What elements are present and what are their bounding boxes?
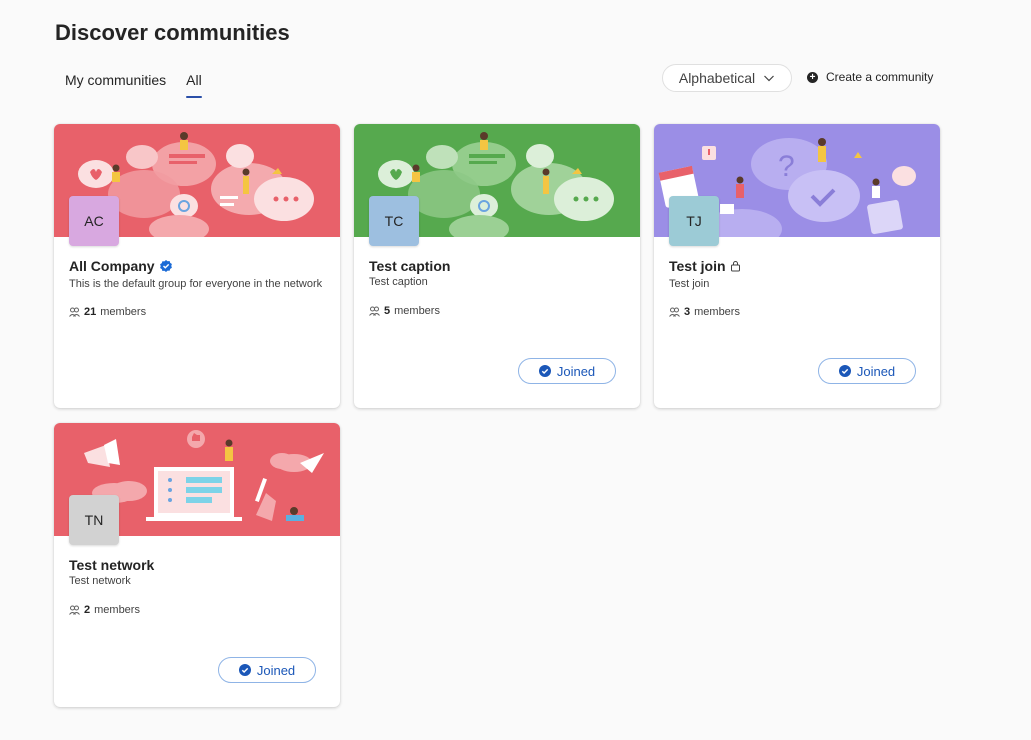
avatar: TC [369,196,419,246]
plus-icon: + [807,71,818,83]
svg-text:?: ? [778,150,795,183]
community-name-text: Test join [669,258,726,274]
avatar: TN [69,495,119,545]
member-count-label: members [94,604,140,616]
lock-icon [730,261,740,272]
community-name-text: Test caption [369,258,451,274]
joined-button[interactable]: Joined [218,657,316,683]
check-circle-icon [538,365,551,377]
create-community-button[interactable]: + Create a community [807,70,933,84]
people-icon [369,306,380,316]
member-count: 3 members [669,306,740,318]
community-name[interactable]: Test join [669,258,741,274]
community-card-test-join[interactable]: ? TJ Test join Test join 3 members Joine… [654,124,940,408]
community-description: Test join [669,278,710,290]
member-count-value: 5 [384,305,391,317]
member-count-value: 3 [684,306,691,318]
community-name[interactable]: Test network [69,557,154,573]
member-count-value: 21 [84,306,97,318]
member-count: 2 members [69,604,140,616]
people-icon [69,307,80,317]
joined-button[interactable]: Joined [818,358,916,384]
create-community-label: Create a community [826,70,934,84]
tab-my-communities[interactable]: My communities [55,66,176,98]
community-card-test-caption[interactable]: TC Test caption Test caption 5 members J… [354,124,640,408]
community-name[interactable]: Test caption [369,258,450,274]
member-count-label: members [394,305,440,317]
check-circle-icon [838,365,851,377]
tab-bar: My communities All [55,66,212,98]
community-description: Test network [69,575,131,587]
member-count: 5 members [369,305,440,317]
verified-badge-icon [159,260,172,272]
community-card-all-company[interactable]: AC All Company This is the default group… [54,124,340,408]
people-icon [69,605,80,615]
community-card-test-network[interactable]: TN Test network Test network 2 members J… [54,423,340,707]
people-icon [669,307,680,317]
chevron-down-icon [764,75,775,82]
joined-label: Joined [256,662,296,678]
community-description: This is the default group for everyone i… [69,278,323,290]
avatar: AC [69,196,119,246]
member-count: 21 members [69,306,146,318]
member-count-label: members [694,306,740,318]
community-name-text: All Company [69,258,155,274]
member-count-value: 2 [84,604,91,616]
joined-label: Joined [856,363,896,379]
community-description: Test caption [369,276,428,288]
joined-button[interactable]: Joined [518,358,616,384]
member-count-label: members [100,306,147,318]
sort-label: Alphabetical [678,70,756,86]
check-circle-icon [238,664,251,676]
tab-all[interactable]: All [176,66,212,98]
joined-label: Joined [556,363,596,379]
community-name-text: Test network [69,557,155,573]
page-title: Discover communities [55,20,290,45]
community-name[interactable]: All Company [69,258,173,274]
sort-dropdown[interactable]: Alphabetical [662,64,792,92]
avatar: TJ [669,196,719,246]
